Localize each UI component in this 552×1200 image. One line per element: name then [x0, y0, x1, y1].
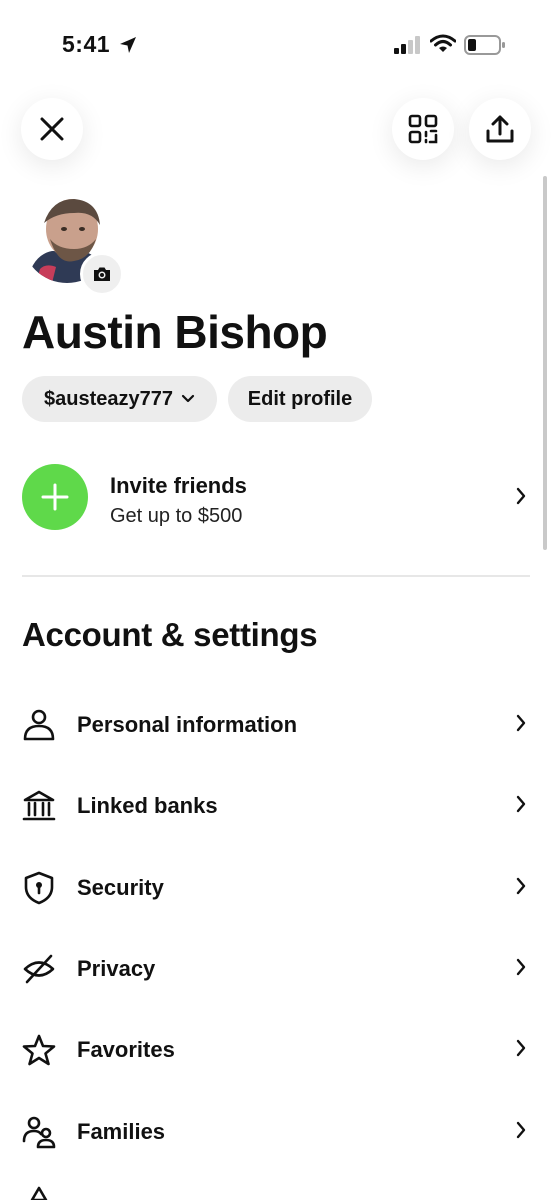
eye-off-icon [23, 954, 55, 984]
person-icon [23, 709, 55, 741]
settings-item-linked-banks[interactable]: Linked banks [0, 775, 552, 835]
section-title: Account & settings [22, 616, 318, 653]
qr-code-icon [408, 114, 438, 144]
wifi-icon [430, 34, 456, 52]
invite-friends-row[interactable]: Invite friends Get up to $500 [0, 460, 552, 532]
status-bar: 5:41 [0, 0, 552, 90]
chevron-right-icon [516, 795, 526, 813]
plus-icon [41, 483, 69, 511]
location-arrow-icon [120, 37, 136, 53]
star-icon [22, 1034, 56, 1066]
partial-next-item-icon [30, 1186, 48, 1200]
qr-scan-button[interactable] [392, 98, 454, 160]
edit-profile-label: Edit profile [247, 387, 353, 410]
close-icon [40, 117, 64, 141]
share-button[interactable] [469, 98, 531, 160]
settings-item-label: Families [77, 1119, 166, 1144]
chevron-right-icon [516, 958, 526, 976]
chevron-right-icon [516, 1039, 526, 1057]
battery-icon [464, 35, 505, 55]
edit-profile-button[interactable]: Edit profile [228, 376, 372, 422]
cashtag-label: $austeazy777 [44, 387, 173, 410]
chevron-right-icon [516, 1121, 526, 1139]
invite-plus-badge [22, 464, 88, 530]
camera-icon [94, 267, 110, 281]
settings-item-label: Favorites [77, 1037, 175, 1062]
chevron-down-icon [181, 394, 195, 403]
settings-item-label: Personal information [77, 712, 298, 737]
shield-icon [24, 871, 54, 905]
settings-item-personal-information[interactable]: Personal information [0, 694, 552, 754]
cashtag-dropdown[interactable]: $austeazy777 [22, 376, 217, 422]
settings-item-label: Security [77, 875, 164, 900]
settings-item-families[interactable]: Families [0, 1101, 552, 1161]
close-button[interactable] [21, 98, 83, 160]
chevron-right-icon [516, 487, 526, 505]
profile-name: Austin Bishop [22, 306, 328, 358]
chevron-right-icon [516, 877, 526, 895]
divider [22, 575, 530, 577]
cellular-signal-icon [394, 36, 420, 54]
settings-item-label: Privacy [77, 956, 156, 981]
family-icon [22, 1116, 56, 1149]
chevron-right-icon [516, 714, 526, 732]
settings-item-favorites[interactable]: Favorites [0, 1019, 552, 1079]
settings-item-security[interactable]: Security [0, 857, 552, 917]
change-photo-button[interactable] [80, 252, 124, 296]
settings-item-label: Linked banks [77, 793, 218, 818]
bank-icon [22, 790, 56, 821]
share-icon [486, 115, 514, 143]
invite-subtitle: Get up to $500 [110, 505, 243, 527]
status-time: 5:41 [62, 31, 111, 57]
settings-item-privacy[interactable]: Privacy [0, 938, 552, 998]
invite-title: Invite friends [110, 473, 247, 498]
